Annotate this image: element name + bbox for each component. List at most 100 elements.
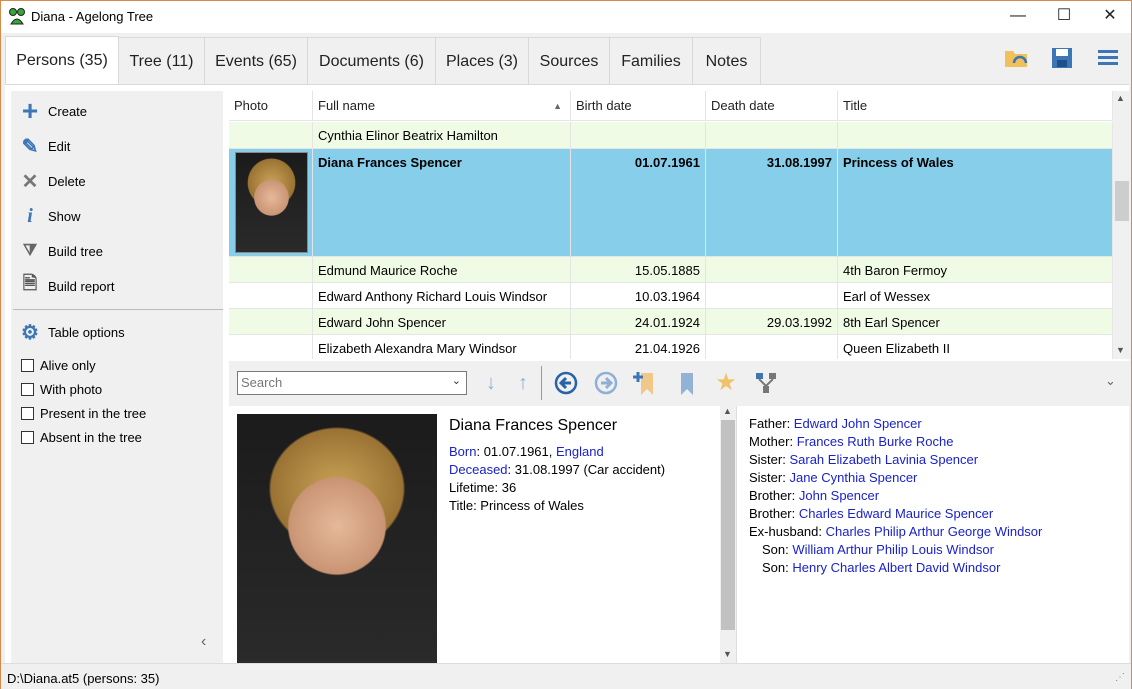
relation-label: Ex-husband: [749,524,826,539]
move-down-icon[interactable]: ↓ [479,371,503,395]
edit-button[interactable]: ✎ Edit [19,131,71,161]
scrollbar-thumb[interactable] [1115,181,1129,221]
close-button[interactable]: ✕ [1087,1,1132,33]
delete-button[interactable]: ✕ Delete [19,166,86,196]
collapse-sidebar-button[interactable]: ‹ [201,633,206,651]
detail-toolbar: Search ⌄ ↓ ↑ ★ ⌄ [229,361,1131,406]
deceased-link[interactable]: Deceased [449,462,508,477]
show-button[interactable]: i Show [19,201,80,231]
relative-item: Brother: Charles Edward Maurice Spencer [749,506,993,521]
relative-item: Sister: Jane Cynthia Spencer [749,470,917,485]
born-link[interactable]: Born [449,444,476,459]
header-label: Full name [318,98,376,113]
relative-item: Brother: John Spencer [749,488,879,503]
build-tree-button[interactable]: ⧩ Build tree [19,236,103,266]
detail-scrollbar[interactable]: ▲ ▼ [720,406,736,663]
column-header-death-date[interactable]: Death date [706,91,838,121]
person-name: Diana Frances Spencer [449,417,618,434]
cell-death-date [706,283,838,309]
pencil-icon: ✎ [21,135,39,158]
collapse-toolbar-icon[interactable]: ⌄ [1105,373,1116,389]
column-header-photo[interactable]: Photo [229,91,313,121]
build-tree-label: Build tree [48,243,103,259]
absent-in-tree-checkbox[interactable]: Absent in the tree [21,430,142,445]
born-place-link[interactable]: England [556,444,604,459]
cell-title: Princess of Wales [838,149,1113,257]
relative-link[interactable]: John Spencer [799,488,879,503]
relative-link[interactable]: Jane Cynthia Spencer [789,470,917,485]
present-in-tree-checkbox[interactable]: Present in the tree [21,406,146,421]
search-combobox[interactable]: Search ⌄ [237,371,467,395]
cell-full-name: Cynthia Elinor Beatrix Hamilton [313,122,571,149]
deceased-line: Deceased: 31.08.1997 (Car accident) [449,462,665,477]
maximize-button[interactable]: ☐ [1041,1,1087,33]
bookmark-icon[interactable] [675,371,699,395]
table-scrollbar[interactable]: ▲ ▼ [1113,91,1131,359]
relation-label: Mother: [749,434,797,449]
tab-places[interactable]: Places (3) [435,37,529,84]
relative-link[interactable]: Sarah Elizabeth Lavinia Spencer [789,452,978,467]
resize-grip-icon[interactable]: ⋰ [1115,672,1125,683]
tab-families[interactable]: Families [609,37,693,84]
with-photo-checkbox[interactable]: With photo [21,382,102,397]
relative-link[interactable]: Frances Ruth Burke Roche [797,434,954,449]
cell-photo [229,283,313,309]
deceased-date: : 31.08.1997 (Car accident) [507,462,666,477]
relation-label: Son: [762,560,793,575]
tab-tree[interactable]: Tree (11) [118,37,205,84]
header-label: Birth date [576,98,632,113]
relative-link[interactable]: Charles Edward Maurice Spencer [799,506,993,521]
cell-title: 4th Baron Fermoy [838,257,1113,283]
tab-documents[interactable]: Documents (6) [307,37,436,84]
relation-label: Brother: [749,506,799,521]
create-button[interactable]: + Create [19,95,87,126]
relation-label: Father: [749,416,794,431]
header-label: Death date [711,98,775,113]
tab-events[interactable]: Events (65) [204,37,308,84]
checkbox-label: Absent in the tree [40,430,142,445]
checkbox-label: Alive only [40,358,96,373]
column-header-full-name[interactable]: Full name ▲ [313,91,571,121]
persons-table: Photo Full name ▲ Birth date Death date Title… [229,91,1131,359]
cell-photo [229,122,313,149]
column-header-birth-date[interactable]: Birth date [571,91,706,121]
cell-full-name: Edward Anthony Richard Louis Windsor [313,283,571,309]
menu-icon[interactable] [1098,49,1118,67]
tree-icon[interactable] [754,371,778,395]
cell-birth-date: 15.05.1885 [571,257,706,283]
relative-link[interactable]: William Arthur Philip Louis Windsor [792,542,994,557]
relative-item: Son: William Arthur Philip Louis Windsor [762,542,994,557]
born-line: Born: 01.07.1961, England [449,444,604,459]
checkbox-label: Present in the tree [40,406,147,421]
build-report-button[interactable]: 🗎 Build report [19,271,115,301]
scrollbar-thumb[interactable] [721,420,735,630]
back-icon[interactable] [554,371,578,395]
edit-label: Edit [48,138,71,154]
cell-photo [229,335,313,359]
window-title: Diana - Agelong Tree [31,9,154,24]
minimize-button[interactable]: — [995,1,1041,33]
cell-birth-date: 10.03.1964 [571,283,706,309]
column-header-title[interactable]: Title [838,91,1113,121]
table-options-button[interactable]: ⚙ Table options [19,317,125,347]
report-icon: 🗎 [22,273,38,293]
save-icon[interactable] [1051,47,1073,69]
add-bookmark-icon[interactable] [633,371,657,395]
cell-title: 8th Earl Spencer [838,309,1113,335]
sort-ascending-icon: ▲ [553,101,562,111]
open-folder-icon[interactable] [1004,47,1030,69]
alive-only-checkbox[interactable]: Alive only [21,358,96,373]
tab-notes[interactable]: Notes [692,37,761,84]
relative-link[interactable]: Henry Charles Albert David Windsor [792,560,1000,575]
header-label: Title [843,98,868,113]
checkbox-label: With photo [40,382,103,397]
forward-icon[interactable] [594,371,618,395]
relative-link[interactable]: Edward John Spencer [794,416,922,431]
tab-persons[interactable]: Persons (35) [5,36,119,84]
toolbar-separator [541,366,542,400]
relative-link[interactable]: Charles Philip Arthur George Windsor [826,524,1043,539]
move-up-icon[interactable]: ↑ [511,371,535,395]
star-icon[interactable]: ★ [714,371,738,395]
cell-birth-date [571,122,706,149]
tab-sources[interactable]: Sources [528,37,610,84]
